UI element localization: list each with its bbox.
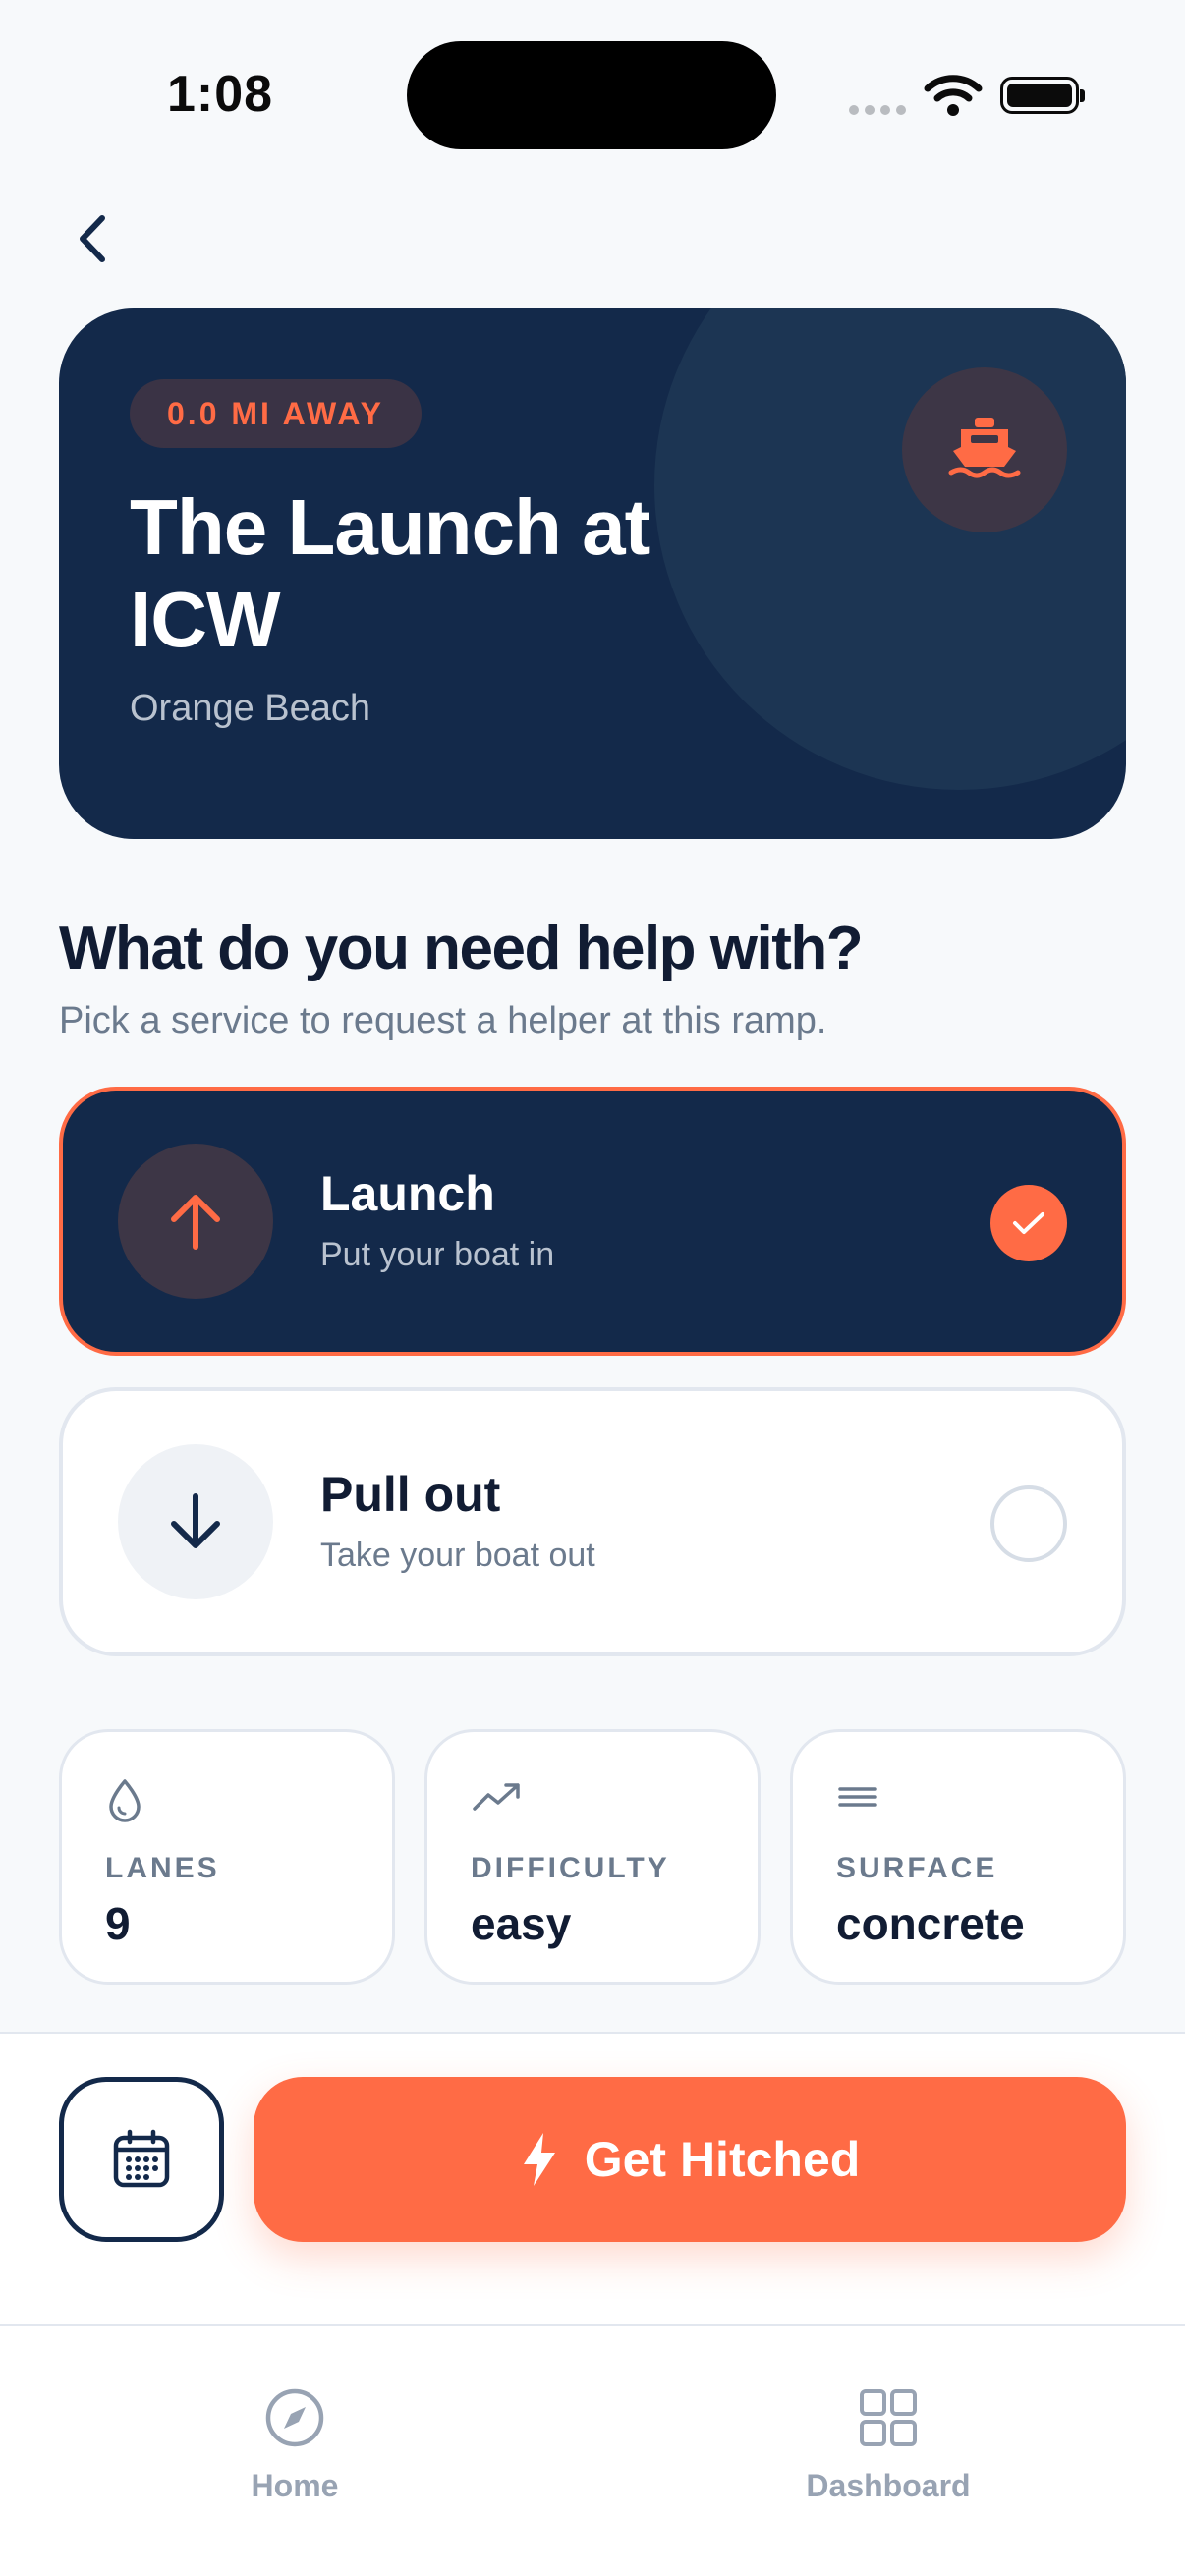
service-option-launch[interactable]: Launch Put your boat in [59,1087,1126,1356]
stat-card-surface: SURFACE concrete [790,1729,1126,1985]
trending-up-icon [473,1783,520,1811]
distance-badge: 0.0 MI AWAY [130,379,422,448]
back-chevron-icon[interactable] [65,204,124,273]
service-title: Launch [320,1166,495,1221]
section-title: What do you need help with? [59,915,864,982]
calendar-icon [113,2129,170,2188]
stat-value: concrete [836,1898,1025,1949]
service-option-pull-out[interactable]: Pull out Take your boat out [59,1387,1126,1656]
service-subtitle: Put your boat in [320,1236,555,1273]
compass-icon [265,2388,324,2447]
wifi-icon [924,75,983,116]
tab-dashboard[interactable]: Dashboard [741,2383,1036,2504]
status-time: 1:08 [167,66,274,123]
radio-unselected-icon [990,1485,1067,1562]
service-subtitle: Take your boat out [320,1537,595,1574]
check-icon [990,1185,1067,1261]
lightning-icon [523,2133,555,2186]
service-title: Pull out [320,1467,501,1522]
stat-label: SURFACE [836,1852,998,1884]
cta-label: Get Hitched [584,2132,861,2187]
tab-label: Dashboard [806,2468,971,2503]
schedule-button[interactable] [59,2077,224,2242]
section-subtitle: Pick a service to request a helper at th… [59,1000,827,1041]
stat-label: LANES [105,1852,220,1884]
action-bar: Get Hitched [0,2032,1185,2326]
tab-label: Home [251,2468,339,2503]
battery-icon [1000,77,1085,114]
ramp-hero-card: 0.0 MI AWAY The Launch at ICW Orange Bea… [59,308,1126,839]
ramp-location: Orange Beach [130,688,371,729]
get-hitched-button[interactable]: Get Hitched [254,2077,1126,2242]
dynamic-island [407,41,776,149]
ramp-title: The Launch at ICW [130,483,650,663]
tab-bar: Home Dashboard [0,2324,1185,2576]
stat-label: DIFFICULTY [471,1852,670,1884]
stat-card-difficulty: DIFFICULTY easy [424,1729,761,1985]
stat-card-lanes: LANES 9 [59,1729,395,1985]
signal-dots-icon [849,102,912,120]
stat-value: 9 [105,1898,131,1949]
arrow-up-icon [118,1144,273,1299]
arrow-down-icon [118,1444,273,1599]
water-drop-icon [109,1779,141,1822]
grid-icon [860,2389,917,2446]
status-bar: 1:08 [0,0,1185,187]
lines-icon [838,1787,877,1807]
stat-value: easy [471,1898,572,1949]
boat-icon [902,367,1067,532]
tab-home[interactable]: Home [147,2383,442,2504]
